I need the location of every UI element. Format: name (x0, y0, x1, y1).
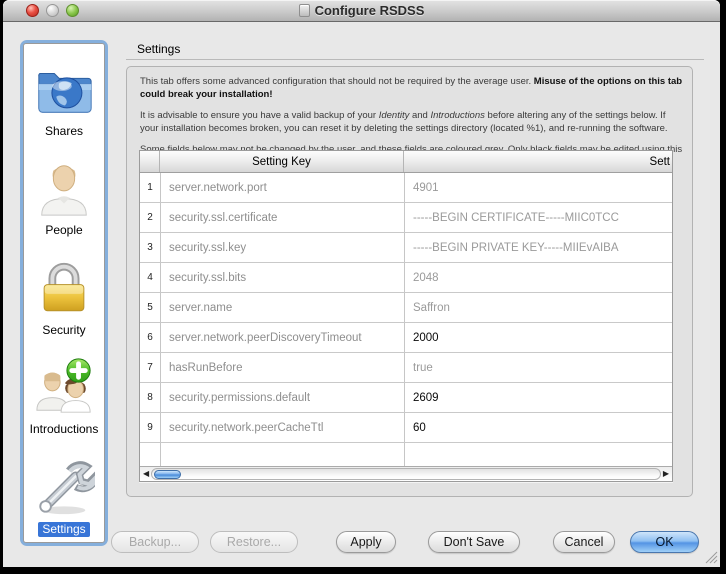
row-number: 4 (140, 263, 160, 292)
settings-table[interactable]: Setting Key Sett 1server.network.port490… (139, 150, 673, 482)
scrollbar-track[interactable] (151, 468, 661, 480)
sidebar-item-people[interactable]: People (24, 144, 104, 244)
table-row[interactable]: 3security.ssl.key-----BEGIN PRIVATE KEY-… (140, 233, 672, 263)
apply-button[interactable]: Apply (336, 531, 396, 553)
sidebar-item-label: Settings (38, 522, 89, 537)
sidebar-item-security[interactable]: Security (24, 243, 104, 343)
screen: Configure RSDSS (0, 0, 726, 574)
page-title: Settings (137, 42, 180, 56)
resize-grip[interactable] (703, 549, 718, 564)
setting-value-cell[interactable]: 2000 (404, 323, 672, 352)
cancel-button[interactable]: Cancel (553, 531, 615, 553)
setting-key-cell[interactable]: server.name (160, 293, 404, 322)
setting-key-cell[interactable]: security.network.peerCacheTtl (160, 413, 404, 442)
row-number: 6 (140, 323, 160, 352)
table-row[interactable]: 5server.nameSaffron (140, 293, 672, 323)
sidebar-item-label: Introductions (30, 422, 99, 437)
setting-key-cell[interactable]: security.permissions.default (160, 383, 404, 412)
table-header: Setting Key Sett (140, 151, 672, 173)
setting-value-cell[interactable]: -----BEGIN CERTIFICATE-----MIIC0TCC (404, 203, 672, 232)
setting-value-cell[interactable]: Saffron (404, 293, 672, 322)
configure-rsdss-window: Configure RSDSS (3, 0, 720, 567)
padlock-icon (31, 253, 97, 323)
setting-key-cell[interactable]: security.ssl.certificate (160, 203, 404, 232)
horizontal-scrollbar[interactable]: ◀ ▶ (140, 466, 672, 481)
page-title-separator (126, 59, 704, 60)
sidebar-item-shares[interactable]: Shares (24, 44, 104, 144)
table-row[interactable]: 1server.network.port4901 (140, 173, 672, 203)
sidebar-item-label: Security (42, 323, 85, 338)
table-row[interactable]: 7hasRunBeforetrue (140, 353, 672, 383)
row-number: 3 (140, 233, 160, 262)
sidebar-item-label: Shares (45, 124, 83, 139)
category-list: Shares People (23, 43, 105, 543)
category-sidebar: Shares People (20, 40, 108, 546)
shares-folder-globe-icon (31, 54, 97, 124)
description-paragraph-2: It is advisable to ensure you have a val… (140, 110, 683, 135)
setting-key-cell[interactable]: security.ssl.key (160, 233, 404, 262)
ok-button[interactable]: OK (630, 531, 699, 553)
table-body: 1server.network.port49012security.ssl.ce… (140, 173, 672, 466)
setting-key-cell[interactable]: server.network.peerDiscoveryTimeout (160, 323, 404, 352)
title-bar[interactable]: Configure RSDSS (3, 0, 720, 22)
sidebar-item-introductions[interactable]: Introductions (24, 343, 104, 443)
setting-value-cell[interactable]: -----BEGIN PRIVATE KEY-----MIIEvAIBA (404, 233, 672, 262)
row-number: 5 (140, 293, 160, 322)
zoom-button[interactable] (66, 4, 79, 17)
row-number: 2 (140, 203, 160, 232)
setting-value-cell[interactable]: 2048 (404, 263, 672, 292)
setting-key-cell[interactable]: server.network.port (160, 173, 404, 202)
row-number: 8 (140, 383, 160, 412)
table-row[interactable]: 6server.network.peerDiscoveryTimeout2000 (140, 323, 672, 353)
row-number: 1 (140, 173, 160, 202)
setting-value-cell[interactable]: true (404, 353, 672, 382)
setting-value-cell[interactable]: 2609 (404, 383, 672, 412)
table-row[interactable]: 4security.ssl.bits2048 (140, 263, 672, 293)
setting-value-cell[interactable]: 4901 (404, 173, 672, 202)
restore-button: Restore... (210, 531, 298, 553)
scroll-left-arrow-icon[interactable]: ◀ (143, 470, 149, 478)
scroll-right-arrow-icon[interactable]: ▶ (663, 470, 669, 478)
traffic-lights (26, 4, 79, 17)
scrollbar-thumb[interactable] (154, 470, 181, 479)
row-number-header (140, 151, 160, 172)
sidebar-item-settings[interactable]: Settings (24, 442, 104, 542)
table-row[interactable]: 2security.ssl.certificate-----BEGIN CERT… (140, 203, 672, 233)
table-row[interactable]: 8security.permissions.default2609 (140, 383, 672, 413)
close-button[interactable] (26, 4, 39, 17)
row-number: 9 (140, 413, 160, 442)
setting-key-cell[interactable]: security.ssl.bits (160, 263, 404, 292)
introductions-people-plus-icon (31, 352, 97, 422)
dont-save-button[interactable]: Don't Save (428, 531, 520, 553)
setting-value-cell[interactable]: 60 (404, 413, 672, 442)
person-icon (31, 153, 97, 223)
description-paragraph-1: This tab offers some advanced configurat… (140, 76, 683, 101)
setting-key-cell[interactable]: hasRunBefore (160, 353, 404, 382)
setting-value-header[interactable]: Sett (404, 151, 672, 172)
window-proxy-icon (299, 4, 310, 17)
wrench-icon (31, 452, 97, 522)
row-number: 7 (140, 353, 160, 382)
minimize-button (46, 4, 59, 17)
sidebar-item-label: People (45, 223, 82, 238)
setting-key-header[interactable]: Setting Key (160, 151, 404, 172)
backup-button: Backup... (111, 531, 199, 553)
table-row[interactable]: 9security.network.peerCacheTtl60 (140, 413, 672, 443)
window-title: Configure RSDSS (315, 3, 425, 18)
